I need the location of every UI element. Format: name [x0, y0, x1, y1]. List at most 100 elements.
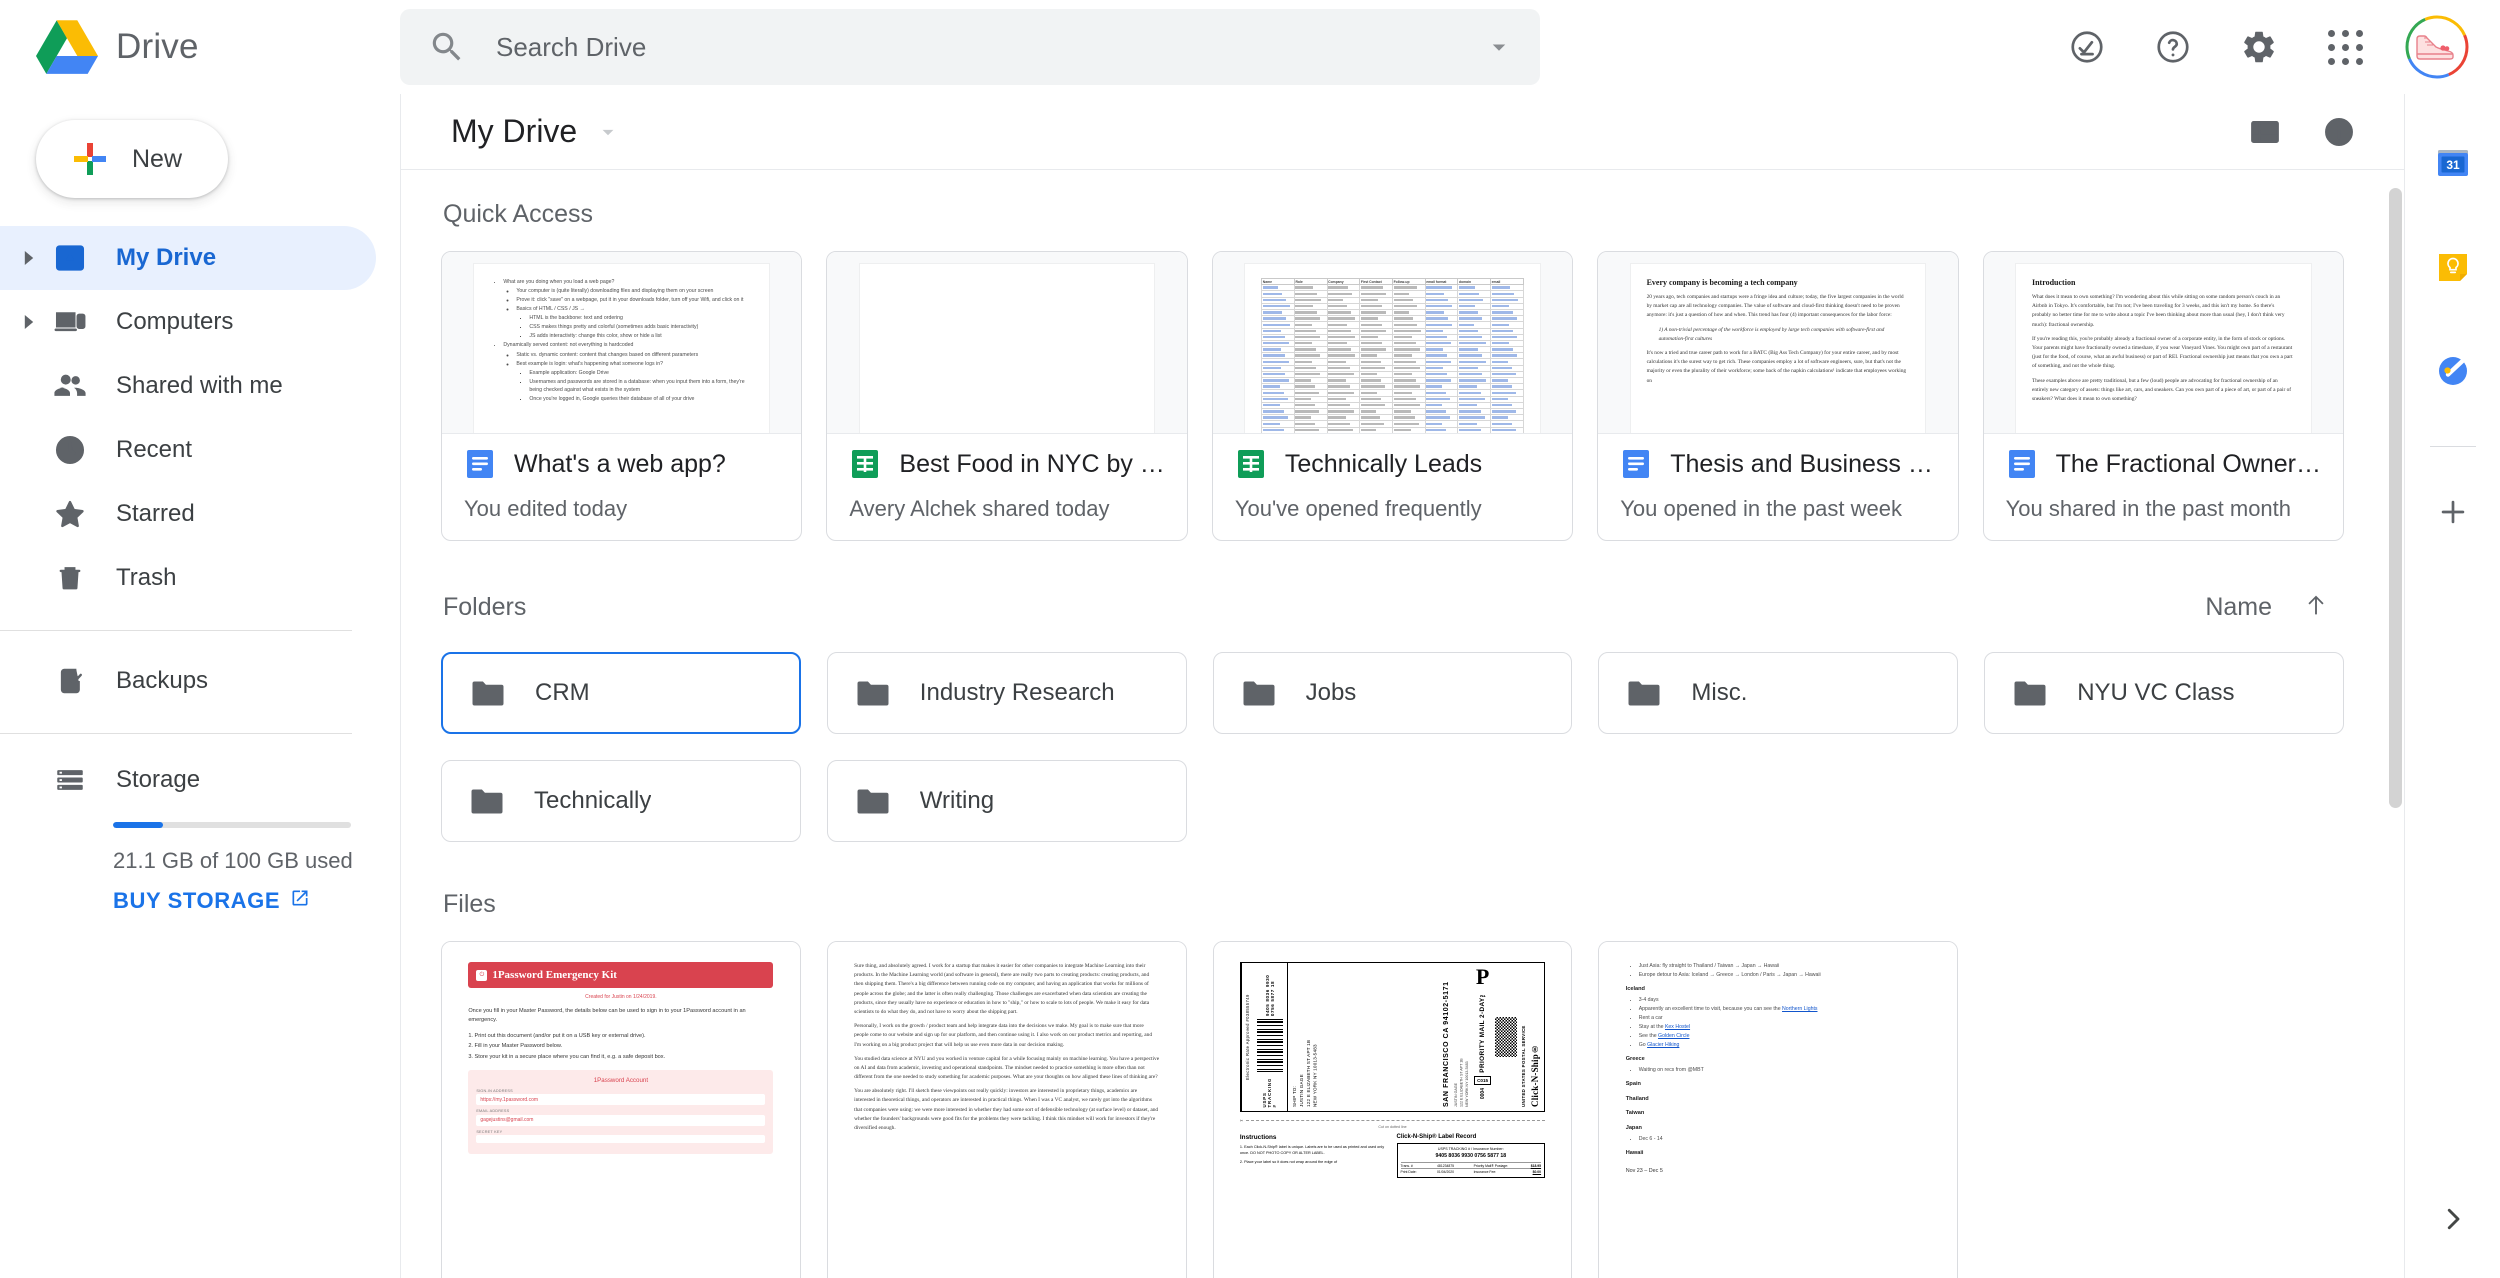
sidebar-item-computers[interactable]: Computers: [0, 290, 376, 354]
main-header-actions: [2222, 101, 2370, 163]
thumbnail-1password: ⏻ 1Password Emergency Kit Created for Just…: [468, 962, 774, 1155]
new-button[interactable]: New: [36, 120, 228, 198]
file-meta: PDFLabel-481234875.pdf: [1214, 1260, 1572, 1278]
add-app-icon[interactable]: [2418, 477, 2488, 547]
thumbnail-paragraph: 20 years ago, tech companies and startup…: [1646, 294, 1904, 319]
my-drive-icon: [48, 241, 92, 275]
quick-access-card[interactable]: Best Food in NYC by Categ… Avery Alchek s…: [826, 251, 1188, 541]
folder-card[interactable]: Jobs: [1212, 652, 1573, 734]
quick-access-card[interactable]: Every company is becoming a tech company…: [1597, 251, 1959, 541]
file-meta: PDF1Password Emergency Ki…: [442, 1260, 800, 1278]
storage-progress-bar: [113, 822, 351, 828]
plus-icon: [72, 141, 108, 177]
folder-name: Jobs: [1305, 679, 1357, 706]
folder-card[interactable]: Industry Research: [826, 652, 1187, 734]
thumbnail-article: Every company is becoming a tech company…: [1647, 278, 1910, 386]
quick-access-title: Thesis and Business Plan: [1670, 449, 1936, 478]
quick-access-title: Best Food in NYC by Categ…: [899, 449, 1164, 478]
folders-grid: CRM Industry Research Jobs Misc. NYU VC …: [441, 652, 2344, 842]
storage-usage-text: 21.1 GB of 100 GB used: [113, 848, 353, 873]
expand-my-drive-icon[interactable]: [10, 251, 48, 265]
sidebar-item-my-drive[interactable]: My Drive: [0, 226, 376, 290]
google-calendar-icon[interactable]: 31: [2418, 128, 2488, 198]
folder-icon: [2013, 679, 2047, 707]
file-meta: Justin's Interview: [828, 1260, 1186, 1278]
search-input[interactable]: [494, 30, 1484, 64]
folder-card[interactable]: Technically: [441, 760, 801, 842]
sidebar-item-shared-with-me[interactable]: Shared with me: [0, 354, 376, 418]
folder-icon: [856, 679, 890, 707]
thumbnail-paragraph: 1) A non-trivial percentage of the workf…: [1658, 326, 1885, 342]
file-card[interactable]: ⏻ 1Password Emergency Kit Created for Just…: [441, 941, 801, 1278]
quick-access-meta: Best Food in NYC by Categ… Avery Alchek s…: [827, 434, 1186, 522]
expand-panel-icon[interactable]: [2420, 1186, 2486, 1252]
quick-access-thumbnail: Every company is becoming a tech company…: [1598, 252, 1958, 434]
settings-gear-icon[interactable]: [2223, 11, 2295, 83]
brand-area[interactable]: Drive: [0, 19, 400, 75]
quick-access-card[interactable]: Introduction What does it mean to own som…: [1982, 251, 2345, 541]
help-icon[interactable]: [2137, 11, 2209, 83]
svg-text:31: 31: [2446, 158, 2460, 172]
buy-storage-link[interactable]: BUY STORAGE: [113, 888, 376, 914]
star-icon: [48, 497, 92, 531]
quick-access-meta: What's a web app? You edited today: [442, 434, 801, 522]
thumbnail-heading: Every company is becoming a tech company: [1646, 278, 1798, 287]
search-container: [400, 9, 1540, 85]
thumbnail-intro: Once you fill in your Master Password, t…: [468, 1008, 746, 1023]
breadcrumb-caret-down-icon[interactable]: [595, 119, 621, 145]
list-view-icon[interactable]: [2234, 101, 2296, 163]
google-tasks-icon[interactable]: [2418, 336, 2488, 406]
thumbnail-spreadsheet: Name Role Company First Contact Follow-up ema…: [1261, 277, 1524, 433]
folder-card[interactable]: Writing: [826, 760, 1187, 842]
scrollbar-thumb[interactable]: [2389, 188, 2402, 808]
file-card[interactable]: Sure thing, and absolutely agreed. I wor…: [826, 941, 1187, 1278]
quick-access-subtitle: You opened in the past week: [1620, 496, 1902, 521]
thumbnail-step: 2. Fill in your Master Password below.: [468, 1043, 563, 1050]
main-column: My Drive Quick Access • What are you doi…: [400, 94, 2404, 1278]
expand-computers-icon[interactable]: [10, 315, 48, 329]
google-apps-icon[interactable]: [2309, 11, 2381, 83]
quick-access-thumbnail: Introduction What does it mean to own som…: [1983, 252, 2344, 434]
thumbnail-travel-doc: Just Asia: fly straight to Thailand / Ta…: [1626, 962, 1931, 1176]
folder-icon: [1627, 679, 1661, 707]
arrow-up-icon[interactable]: [2302, 591, 2330, 624]
thumbnail-step: 1. Print out this document (and/or put i…: [468, 1032, 646, 1039]
sidebar-item-trash[interactable]: Trash: [0, 546, 376, 610]
thumbnail-paragraph: You are absolutely right. I'll sketch th…: [854, 1088, 1159, 1131]
sort-control[interactable]: Name: [2191, 585, 2344, 630]
file-card[interactable]: Electronic Rate Approved #038555749 9405 …: [1212, 941, 1573, 1278]
vertical-scrollbar[interactable]: [2386, 170, 2404, 1278]
docs-file-icon: [1620, 448, 1652, 480]
details-info-icon[interactable]: [2308, 101, 2370, 163]
storage-progress-fill: [113, 822, 163, 828]
sidebar-item-storage[interactable]: Storage: [0, 752, 376, 808]
quick-access-card[interactable]: Name Role Company First Contact Follow-up ema…: [1211, 251, 1574, 541]
thumbnail-paragraph: It's now a tried and true career path to…: [1646, 349, 1907, 384]
account-avatar[interactable]: [2404, 14, 2470, 80]
thumbnail-paragraph: These examples above are pretty traditio…: [2031, 377, 2292, 402]
sidebar-label-shared-with-me: Shared with me: [116, 372, 283, 399]
support-icon[interactable]: [2051, 11, 2123, 83]
file-meta: Travelz: [1599, 1260, 1957, 1278]
sidebar-item-backups[interactable]: Backups: [0, 649, 376, 713]
computers-icon: [48, 305, 92, 339]
quick-access-card[interactable]: What are you doing when you load a web p…: [441, 251, 803, 541]
breadcrumb[interactable]: My Drive: [441, 107, 631, 156]
thumbnail-outline: What are you doing when you load a web p…: [490, 278, 753, 403]
google-keep-icon[interactable]: [2418, 232, 2488, 302]
sidebar-item-recent[interactable]: Recent: [0, 418, 376, 482]
thumbnail-paragraph: Sure thing, and absolutely agreed. I wor…: [854, 963, 1150, 1015]
file-card[interactable]: Just Asia: fly straight to Thailand / Ta…: [1598, 941, 1959, 1278]
search-icon: [428, 28, 466, 66]
apps-grid-dots: [2327, 29, 2363, 65]
folder-card[interactable]: CRM: [441, 652, 801, 734]
search-options-chevron-down-icon[interactable]: [1484, 32, 1514, 62]
app-title: Drive: [116, 27, 199, 66]
thumbnail-step: 3. Store your kit in a secure place wher…: [468, 1053, 666, 1060]
folder-card[interactable]: NYU VC Class: [1984, 652, 2344, 734]
search-bar[interactable]: [400, 9, 1540, 85]
folder-card[interactable]: Misc.: [1598, 652, 1959, 734]
sidebar-item-starred[interactable]: Starred: [0, 482, 376, 546]
thumbnail-article: Sure thing, and absolutely agreed. I wor…: [854, 962, 1159, 1133]
quick-access-subtitle: Avery Alchek shared today: [849, 496, 1110, 521]
